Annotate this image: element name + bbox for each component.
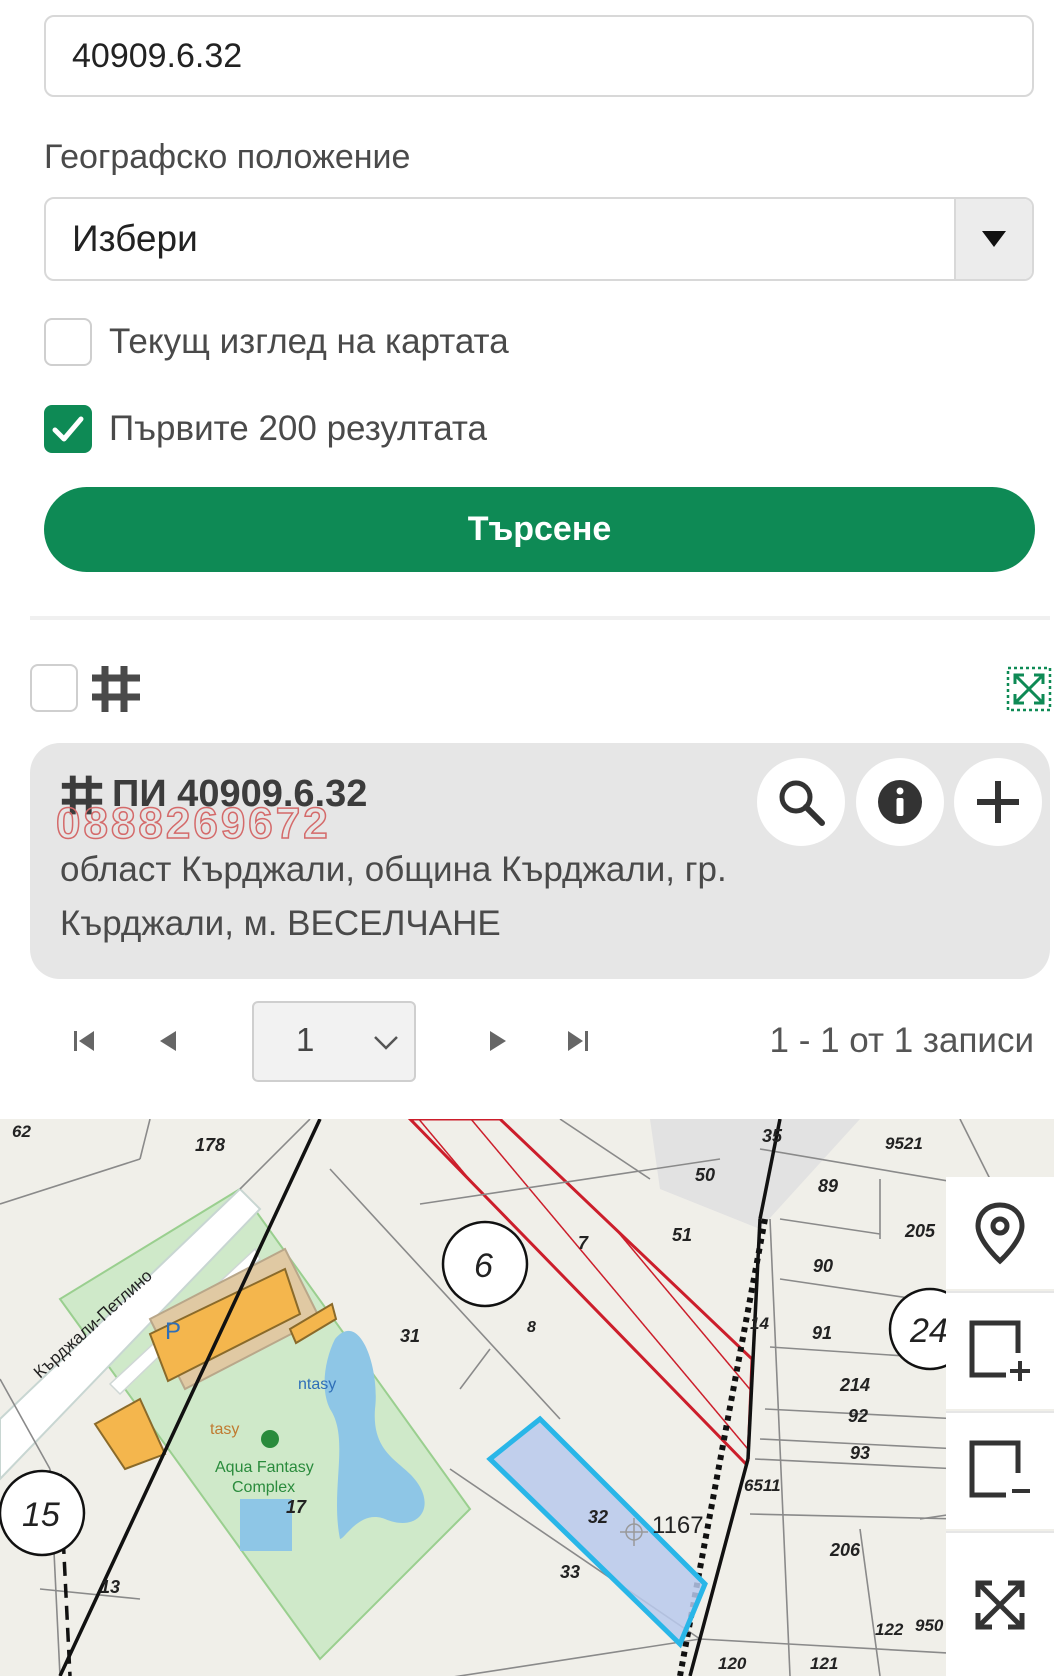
- map-label: 91: [812, 1323, 832, 1343]
- poi-label-fragment: tasy: [210, 1421, 239, 1438]
- section-divider: [30, 616, 1050, 620]
- zoom-out-box-icon: [969, 1440, 1030, 1498]
- map-label: 120: [718, 1654, 747, 1673]
- zoom-in-box-icon: [969, 1320, 1030, 1381]
- first200-label: Първите 200 резултата: [109, 409, 487, 448]
- swimming-icon: [261, 1430, 279, 1448]
- chevron-down-icon: [374, 1036, 398, 1050]
- current-view-label: Текущ изглед на картата: [109, 322, 509, 361]
- zoom-out-button[interactable]: [946, 1411, 1054, 1529]
- search-button[interactable]: Търсене: [44, 487, 1035, 572]
- parcel-number-input[interactable]: 40909.6.32: [44, 15, 1034, 97]
- map-canvas[interactable]: 62 178 35 9521 84 50 89 205 51 7 90 6 24…: [0, 1119, 1054, 1676]
- map-label: 8: [527, 1319, 536, 1336]
- phone-watermark: 0888269672: [55, 798, 331, 849]
- prev-page-icon: [160, 1031, 176, 1051]
- cadastral-map[interactable]: 62 178 35 9521 84 50 89 205 51 7 90 6 24…: [0, 1119, 1054, 1676]
- geo-location-selected: Избери: [72, 218, 198, 259]
- map-label: 121: [810, 1654, 838, 1673]
- map-label: 13: [100, 1577, 120, 1597]
- geo-location-label: Географско положение: [44, 138, 411, 176]
- map-label: 122: [875, 1620, 904, 1639]
- map-label: 9521: [885, 1134, 923, 1153]
- search-icon: [779, 780, 825, 826]
- poi-label: Complex: [232, 1479, 295, 1496]
- map-label: 89: [818, 1176, 838, 1196]
- locate-button[interactable]: [946, 1177, 1054, 1289]
- map-label: 50: [695, 1165, 715, 1185]
- current-view-checkbox[interactable]: [44, 318, 92, 366]
- next-page-icon: [490, 1031, 506, 1051]
- last-page-icon: [568, 1031, 588, 1051]
- map-label: 206: [829, 1540, 861, 1560]
- map-label: 93: [850, 1443, 870, 1463]
- map-label: 950: [915, 1616, 944, 1635]
- checkmark-icon: [52, 416, 84, 442]
- map-label: 31: [400, 1326, 420, 1346]
- page-info-text: 1 - 1 от 1 записи: [769, 1021, 1034, 1060]
- location-pin-icon: [975, 1202, 1025, 1265]
- result-address: област Кърджали, община Кърджали, гр. Къ…: [60, 850, 727, 943]
- map-label: 214: [839, 1375, 870, 1395]
- parcel-number-value: 40909.6.32: [72, 36, 243, 75]
- map-label: 92: [848, 1406, 868, 1426]
- full-extent-button[interactable]: [946, 1531, 1054, 1676]
- dropdown-arrow-icon[interactable]: [954, 199, 1032, 279]
- map-label: 32: [588, 1507, 608, 1527]
- zoom-in-button[interactable]: [946, 1291, 1054, 1409]
- map-label: 14: [750, 1314, 769, 1333]
- next-page-button[interactable]: [468, 998, 528, 1084]
- map-label: 6511: [744, 1476, 781, 1495]
- result-item[interactable]: ПИ 40909.6.32 0888269672 област Кърджали…: [30, 743, 1050, 979]
- map-label: 62: [12, 1122, 31, 1141]
- current-view-option[interactable]: Текущ изглед на картата: [44, 318, 509, 366]
- parking-label: P: [165, 1318, 181, 1345]
- map-label: 90: [813, 1256, 833, 1276]
- map-label: 1167: [652, 1512, 704, 1539]
- add-result-button[interactable]: [954, 758, 1042, 846]
- map-label: 33: [560, 1562, 580, 1582]
- map-label: 35: [762, 1126, 783, 1146]
- first-page-icon: [74, 1031, 94, 1051]
- map-label: 6: [474, 1247, 493, 1285]
- first200-option[interactable]: Първите 200 резултата: [44, 405, 487, 453]
- map-label: 51: [672, 1225, 692, 1245]
- prev-page-button[interactable]: [138, 998, 198, 1084]
- info-icon: [878, 780, 922, 824]
- pagination: 1 1 - 1 от 1 записи: [0, 998, 1054, 1084]
- map-label: 17: [286, 1497, 307, 1517]
- page-number-value: 1: [296, 1021, 315, 1058]
- zoom-to-all-icon[interactable]: [1006, 666, 1052, 712]
- geo-location-select[interactable]: Избери: [44, 197, 1034, 281]
- poi-label-fragment: ntasy: [298, 1376, 336, 1393]
- map-label: 24: [909, 1312, 948, 1350]
- first200-checkbox[interactable]: [44, 405, 92, 453]
- map-label: 7: [578, 1233, 589, 1253]
- poi-label: Aqua Fantasy: [215, 1459, 314, 1476]
- zoom-to-result-button[interactable]: [757, 758, 845, 846]
- map-label: 15: [22, 1496, 60, 1534]
- first-page-button[interactable]: [54, 998, 114, 1084]
- map-label: 205: [904, 1221, 936, 1241]
- select-all-checkbox[interactable]: [30, 664, 78, 712]
- result-info-button[interactable]: [856, 758, 944, 846]
- map-label: 178: [195, 1135, 225, 1155]
- parcel-grid-icon: [92, 666, 140, 712]
- page-number-select[interactable]: 1: [252, 1001, 416, 1082]
- plus-icon: [977, 781, 1019, 823]
- last-page-button[interactable]: [548, 998, 608, 1084]
- expand-arrows-icon: [975, 1580, 1025, 1629]
